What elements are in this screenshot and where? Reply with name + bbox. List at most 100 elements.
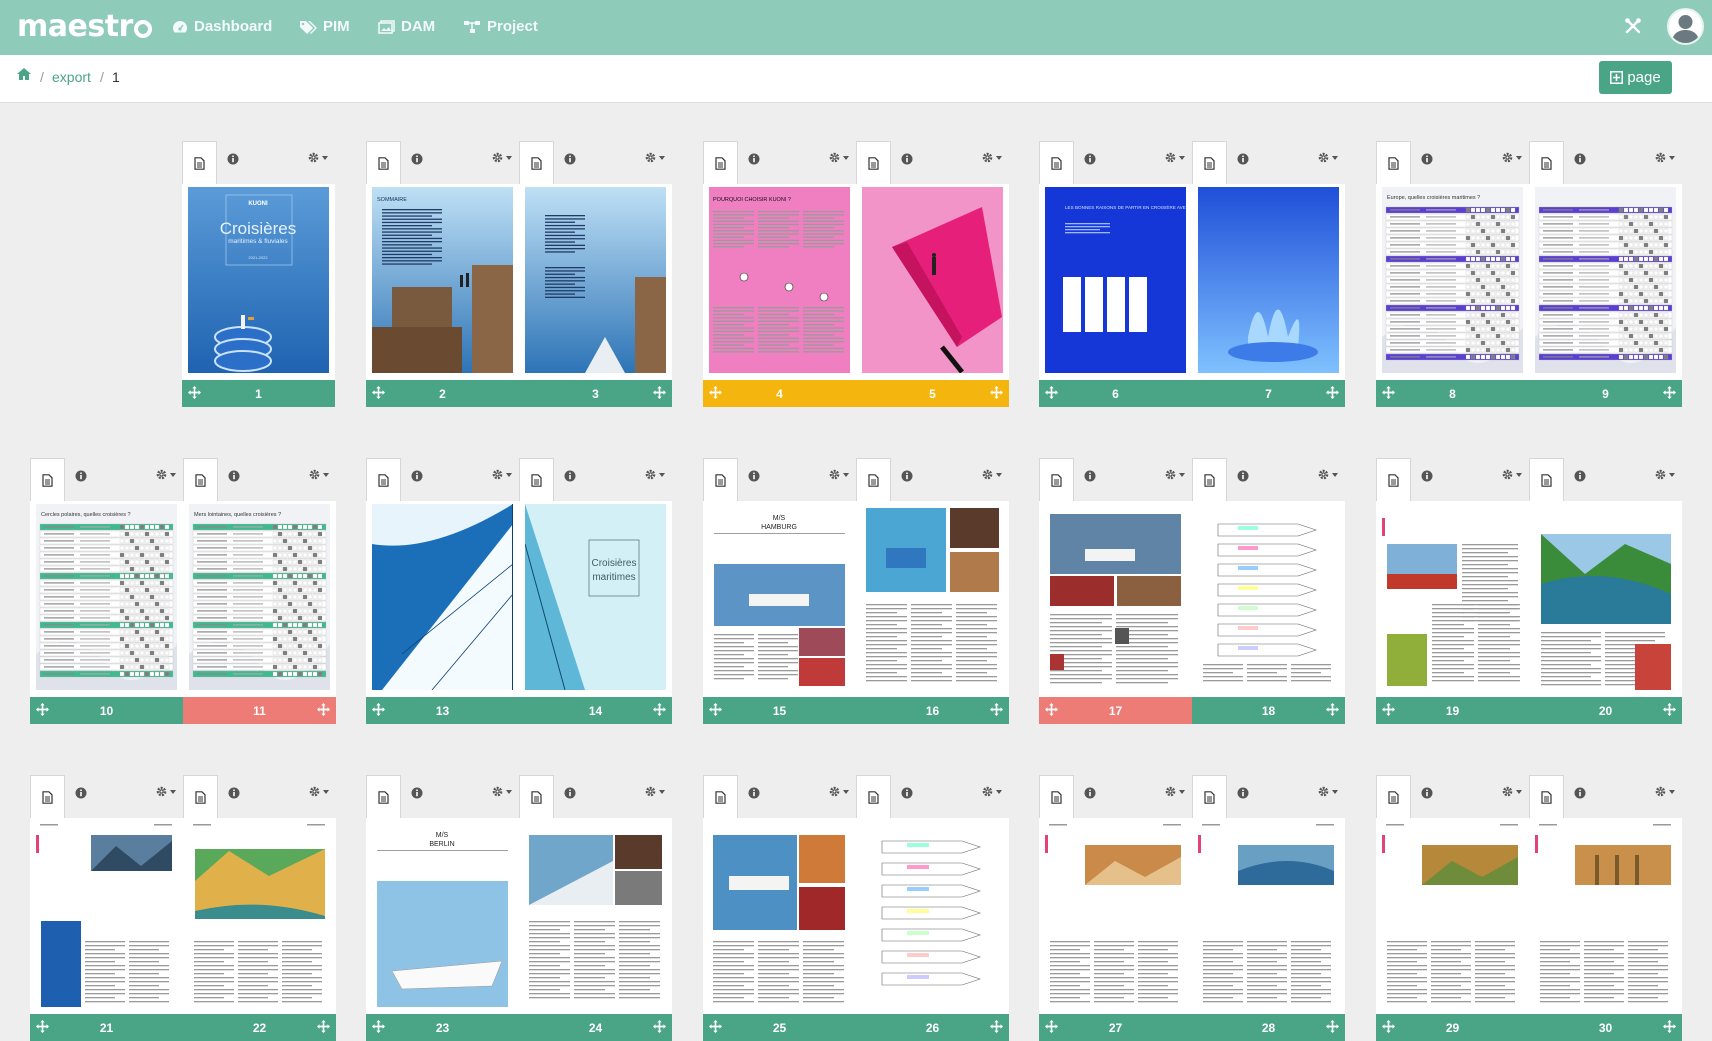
page-info-button[interactable] <box>1418 784 1436 802</box>
page-preview[interactable]: LES BONNES RAISONS DE PARTIR EN CROISIÈR… <box>1039 184 1192 380</box>
page-settings-dropdown[interactable] <box>307 151 328 164</box>
drag-handle[interactable] <box>1326 386 1339 402</box>
drag-handle[interactable] <box>653 1020 666 1036</box>
page-settings-dropdown[interactable] <box>1654 468 1675 481</box>
drag-handle[interactable] <box>990 1020 1003 1036</box>
page-info-button[interactable] <box>561 784 579 802</box>
page-number-bar[interactable]: 2 <box>366 380 519 407</box>
drag-handle[interactable] <box>317 1020 330 1036</box>
page-preview[interactable] <box>1039 501 1192 697</box>
page-document-tab[interactable] <box>366 775 401 818</box>
page-number-bar[interactable]: 22 <box>183 1014 336 1041</box>
drag-handle[interactable] <box>1326 703 1339 719</box>
page-settings-dropdown[interactable] <box>981 785 1002 798</box>
drag-handle[interactable] <box>709 1020 722 1036</box>
page-number-bar[interactable]: 30 <box>1529 1014 1682 1041</box>
page-number-bar[interactable]: 25 <box>703 1014 856 1041</box>
drag-handle[interactable] <box>372 386 385 402</box>
page-settings-dropdown[interactable] <box>1164 785 1185 798</box>
drag-handle[interactable] <box>1382 1020 1395 1036</box>
page-info-button[interactable] <box>561 150 579 168</box>
page-number-bar[interactable]: 17 <box>1039 697 1192 724</box>
drag-handle[interactable] <box>1326 1020 1339 1036</box>
page-document-tab[interactable] <box>366 141 401 184</box>
page-info-button[interactable] <box>72 784 90 802</box>
page-number-bar[interactable]: 29 <box>1376 1014 1529 1041</box>
page-document-tab[interactable] <box>856 775 891 818</box>
breadcrumb-export-link[interactable]: export <box>52 69 91 85</box>
page-settings-dropdown[interactable] <box>1654 785 1675 798</box>
page-document-tab[interactable] <box>703 141 738 184</box>
page-info-button[interactable] <box>225 467 243 485</box>
page-info-button[interactable] <box>898 784 916 802</box>
page-settings-dropdown[interactable] <box>828 468 849 481</box>
page-settings-dropdown[interactable] <box>308 468 329 481</box>
page-settings-dropdown[interactable] <box>828 785 849 798</box>
page-document-tab[interactable] <box>1192 458 1227 501</box>
page-number-bar[interactable]: 19 <box>1376 697 1529 724</box>
page-preview[interactable] <box>1376 818 1529 1014</box>
page-info-button[interactable] <box>224 150 242 168</box>
page-preview[interactable]: Croisières maritimes <box>519 501 672 697</box>
page-settings-dropdown[interactable] <box>828 151 849 164</box>
page-settings-dropdown[interactable] <box>644 151 665 164</box>
page-preview[interactable] <box>30 818 183 1014</box>
drag-handle[interactable] <box>1045 703 1058 719</box>
page-settings-dropdown[interactable] <box>155 785 176 798</box>
page-settings-dropdown[interactable] <box>1501 151 1522 164</box>
page-document-tab[interactable] <box>1529 458 1564 501</box>
page-document-tab[interactable] <box>519 775 554 818</box>
nav-dam[interactable]: DAM <box>378 18 435 35</box>
breadcrumb-export[interactable]: export <box>52 69 91 85</box>
page-preview[interactable] <box>856 501 1009 697</box>
page-document-tab[interactable] <box>183 775 218 818</box>
page-info-button[interactable] <box>408 150 426 168</box>
page-preview[interactable] <box>1529 818 1682 1014</box>
page-document-tab[interactable] <box>519 141 554 184</box>
page-number-bar[interactable]: 10 <box>30 697 183 724</box>
page-settings-dropdown[interactable] <box>1164 468 1185 481</box>
page-info-button[interactable] <box>408 784 426 802</box>
page-info-button[interactable] <box>1571 784 1589 802</box>
tools-button[interactable] <box>1624 17 1642 40</box>
page-preview[interactable] <box>519 184 672 380</box>
page-document-tab[interactable] <box>1039 458 1074 501</box>
page-settings-dropdown[interactable] <box>644 785 665 798</box>
drag-handle[interactable] <box>1045 1020 1058 1036</box>
page-preview[interactable]: POURQUOI CHOISIR KUONI ? <box>703 184 856 380</box>
page-preview[interactable] <box>856 818 1009 1014</box>
page-settings-dropdown[interactable] <box>491 468 512 481</box>
page-document-tab[interactable] <box>703 775 738 818</box>
drag-handle[interactable] <box>653 386 666 402</box>
page-preview[interactable] <box>366 501 519 697</box>
page-preview[interactable]: M/S BERLIN <box>366 818 519 1014</box>
page-document-tab[interactable] <box>1192 141 1227 184</box>
drag-handle[interactable] <box>372 1020 385 1036</box>
page-number-bar[interactable]: 18 <box>1192 697 1345 724</box>
page-document-tab[interactable] <box>1376 775 1411 818</box>
page-settings-dropdown[interactable] <box>491 151 512 164</box>
page-preview[interactable] <box>1192 501 1345 697</box>
drag-handle[interactable] <box>709 386 722 402</box>
page-info-button[interactable] <box>1234 467 1252 485</box>
page-info-button[interactable] <box>745 150 763 168</box>
page-preview[interactable] <box>703 818 856 1014</box>
page-document-tab[interactable] <box>30 775 65 818</box>
page-document-tab[interactable] <box>182 141 217 184</box>
page-preview[interactable] <box>1529 501 1682 697</box>
page-info-button[interactable] <box>1081 467 1099 485</box>
drag-handle[interactable] <box>653 703 666 719</box>
drag-handle[interactable] <box>990 703 1003 719</box>
page-info-button[interactable] <box>898 467 916 485</box>
drag-handle[interactable] <box>1382 386 1395 402</box>
page-settings-dropdown[interactable] <box>1501 468 1522 481</box>
page-preview[interactable]: Mers lointaines, quelles croisières ? <box>183 501 336 697</box>
page-document-tab[interactable] <box>183 458 218 501</box>
page-preview[interactable] <box>856 184 1009 380</box>
page-number-bar[interactable]: 15 <box>703 697 856 724</box>
page-preview[interactable]: M/S HAMBURG <box>703 501 856 697</box>
page-document-tab[interactable] <box>856 141 891 184</box>
page-settings-dropdown[interactable] <box>1501 785 1522 798</box>
page-number-bar[interactable]: 3 <box>519 380 672 407</box>
page-document-tab[interactable] <box>1376 458 1411 501</box>
